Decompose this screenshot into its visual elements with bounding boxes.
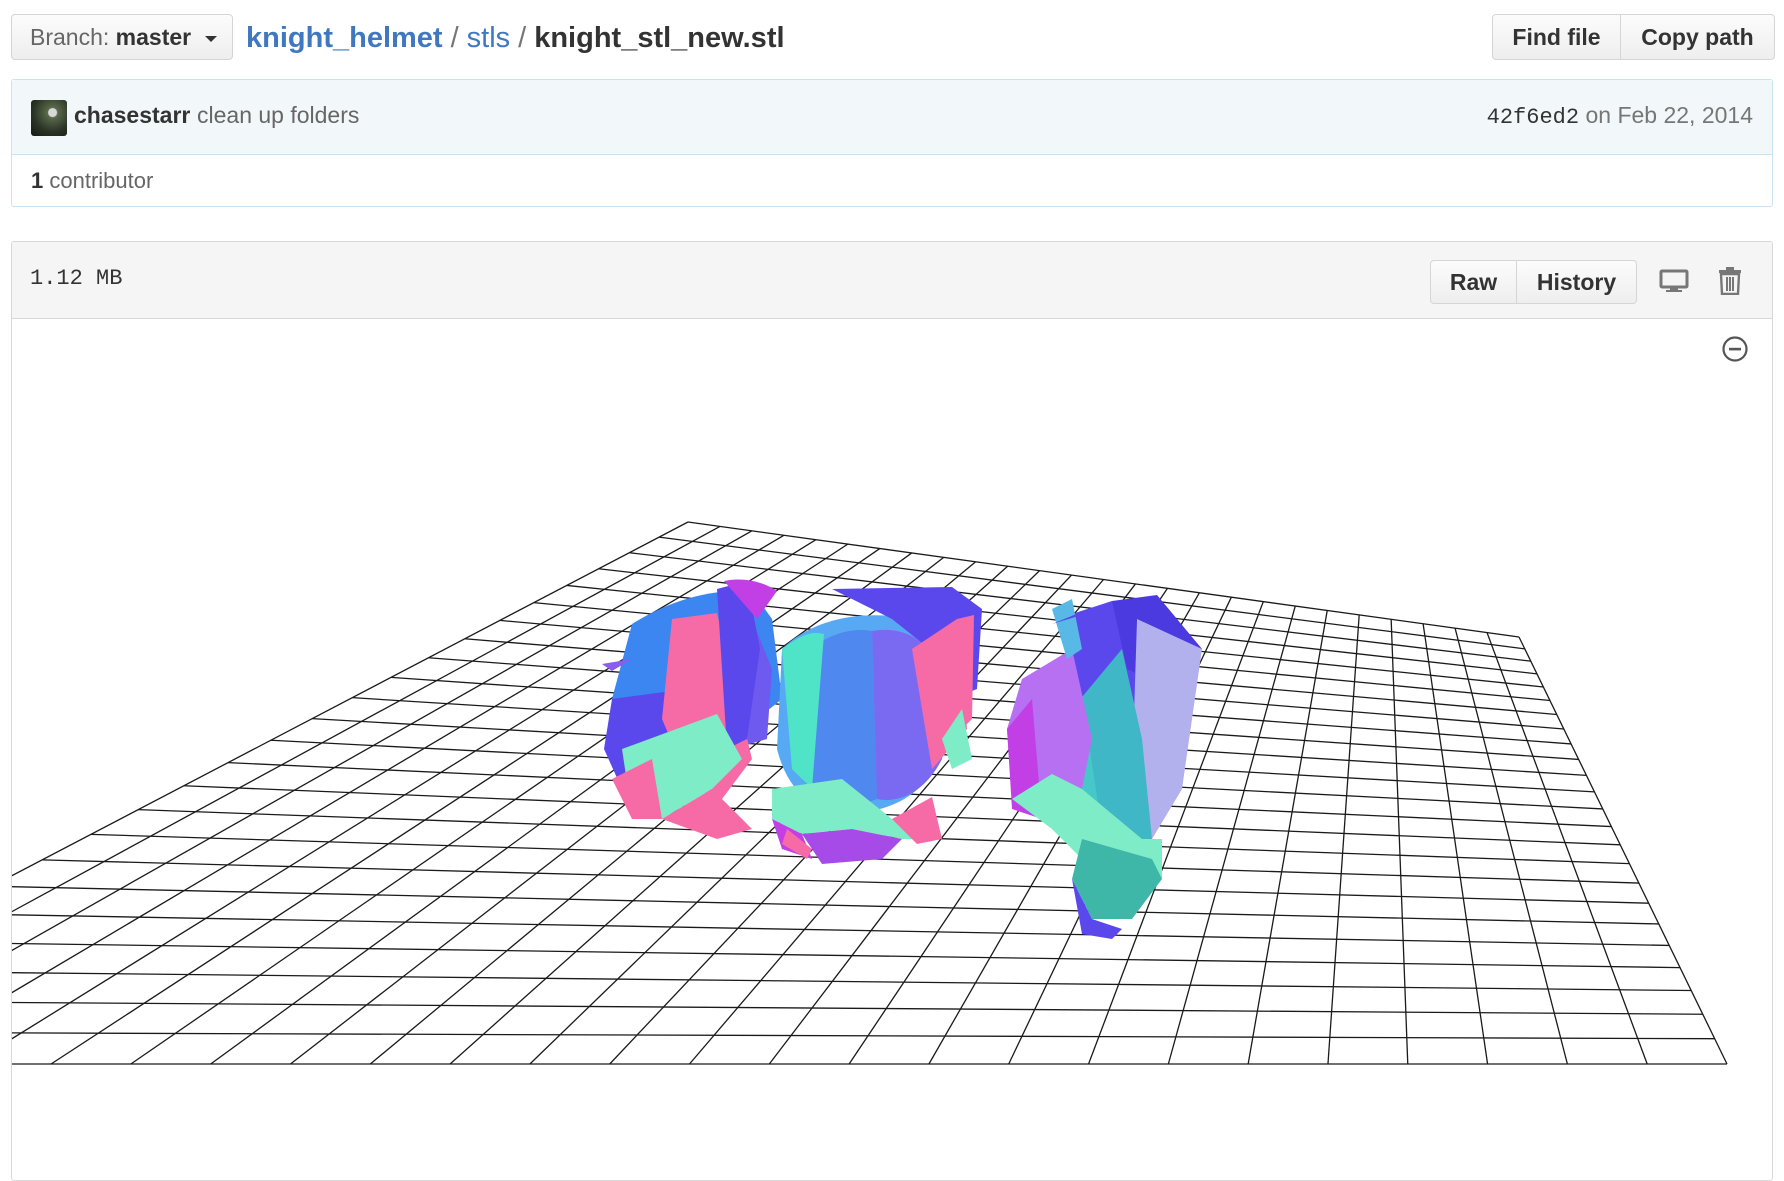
breadcrumb-directory-link[interactable]: stls: [467, 22, 511, 54]
commit-meta: 42f6ed2 on Feb 22, 2014: [1487, 102, 1753, 130]
breadcrumb-separator: /: [518, 22, 527, 54]
branch-label: Branch:: [30, 24, 110, 50]
file-size: 1.12 MB: [30, 266, 123, 291]
commit-tease: chasestarr clean up folders 42f6ed2 on F…: [11, 79, 1773, 207]
history-button[interactable]: History: [1517, 260, 1637, 304]
path-button-group: Find file Copy path: [1492, 14, 1775, 60]
file-box: 1.12 MB Raw History: [11, 241, 1773, 1181]
branch-value: master: [115, 24, 192, 50]
zoom-out-icon[interactable]: [1721, 335, 1749, 363]
commit-author-link[interactable]: chasestarr: [74, 102, 190, 129]
grid-line: [1422, 623, 1489, 1065]
grid-line: [12, 1001, 1703, 1015]
grid-line: [12, 1032, 1715, 1040]
commit-sha-link[interactable]: 42f6ed2: [1487, 105, 1579, 130]
desktop-icon[interactable]: [1659, 269, 1689, 293]
latest-commit-row: chasestarr clean up folders 42f6ed2 on F…: [12, 80, 1772, 155]
commit-date: on Feb 22, 2014: [1585, 102, 1753, 128]
avatar[interactable]: [31, 100, 67, 136]
branch-select-button[interactable]: Branch: master: [11, 14, 233, 60]
contributor-label: contributor: [49, 168, 154, 193]
breadcrumb: knight_helmet / stls / knight_stl_new.stl: [246, 18, 785, 58]
grid-line: [1454, 627, 1569, 1065]
grid-line: [1486, 632, 1648, 1065]
grid-line: [12, 972, 1692, 992]
copy-path-button[interactable]: Copy path: [1621, 14, 1775, 60]
file-header: 1.12 MB Raw History: [12, 242, 1772, 319]
contributor-count: 1: [31, 168, 44, 193]
caret-down-icon: [205, 35, 218, 42]
raw-button[interactable]: Raw: [1430, 260, 1517, 304]
grid-line: [1327, 614, 1360, 1065]
grid-line: [1247, 610, 1328, 1065]
breadcrumb-current-file: knight_stl_new.stl: [534, 22, 785, 54]
find-file-button[interactable]: Find file: [1492, 14, 1621, 60]
file-button-group: Raw History: [1430, 260, 1637, 304]
breadcrumb-separator: /: [450, 22, 459, 54]
helmet-model: [602, 579, 1202, 939]
contributors-summary[interactable]: 1 contributor: [31, 168, 153, 194]
stl-render-canvas[interactable]: [12, 319, 1773, 1181]
grid-line: [12, 886, 1659, 925]
breadcrumb-repo-link[interactable]: knight_helmet: [246, 22, 443, 54]
stl-3d-viewer[interactable]: [12, 319, 1772, 1180]
commit-message-link[interactable]: clean up folders: [197, 102, 359, 129]
trash-icon[interactable]: [1718, 267, 1742, 295]
